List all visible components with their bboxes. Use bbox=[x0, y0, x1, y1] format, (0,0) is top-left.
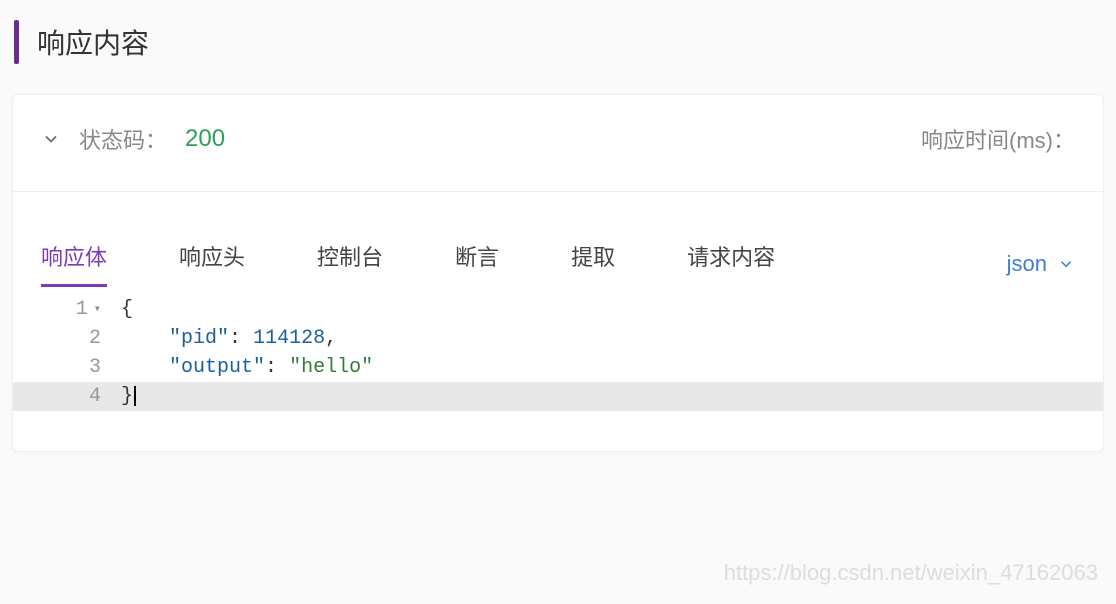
collapse-toggle[interactable] bbox=[41, 129, 61, 149]
tab-response-body[interactable]: 响应体 bbox=[41, 240, 107, 287]
code-line[interactable]: 3 "output": "hello" bbox=[13, 353, 1103, 382]
code-content: { bbox=[113, 295, 133, 324]
code-line[interactable]: 2 "pid": 114128, bbox=[13, 324, 1103, 353]
line-number: 2 bbox=[13, 324, 113, 353]
status-code-label: 状态码： bbox=[79, 123, 167, 155]
code-editor[interactable]: 1 ▾{2 "pid": 114128,3 "output": "hello"4… bbox=[13, 295, 1103, 451]
tab-extract[interactable]: 提取 bbox=[571, 240, 615, 287]
tab-console[interactable]: 控制台 bbox=[317, 240, 383, 287]
code-content: "pid": 114128, bbox=[113, 324, 337, 353]
code-content: } bbox=[113, 382, 136, 411]
code-line[interactable]: 1 ▾{ bbox=[13, 295, 1103, 324]
tabs-row: 响应体 响应头 控制台 断言 提取 请求内容 json bbox=[13, 192, 1103, 287]
status-right: 响应时间(ms)： bbox=[921, 123, 1075, 155]
watermark: https://blog.csdn.net/weixin_47162063 bbox=[724, 560, 1098, 586]
format-label: json bbox=[1007, 251, 1047, 277]
tab-request-content[interactable]: 请求内容 bbox=[687, 240, 775, 287]
fold-icon[interactable]: ▾ bbox=[94, 301, 101, 318]
page-title: 响应内容 bbox=[37, 22, 149, 62]
status-row: 状态码： 200 响应时间(ms)： bbox=[13, 95, 1103, 192]
tab-assertion[interactable]: 断言 bbox=[455, 240, 499, 287]
status-left: 状态码： 200 bbox=[41, 123, 225, 155]
code-content: "output": "hello" bbox=[113, 353, 373, 382]
format-selector[interactable]: json bbox=[1007, 251, 1075, 277]
code-line[interactable]: 4} bbox=[13, 382, 1103, 411]
response-card: 状态码： 200 响应时间(ms)： 响应体 响应头 控制台 断言 提取 请求内… bbox=[12, 94, 1104, 452]
line-number: 3 bbox=[13, 353, 113, 382]
status-code-value: 200 bbox=[185, 125, 225, 153]
response-time-label: 响应时间(ms)： bbox=[921, 128, 1075, 153]
tab-response-headers[interactable]: 响应头 bbox=[179, 240, 245, 287]
chevron-down-icon bbox=[1057, 255, 1075, 273]
header-section: 响应内容 bbox=[0, 0, 1116, 94]
tabs: 响应体 响应头 控制台 断言 提取 请求内容 bbox=[41, 240, 775, 287]
accent-bar bbox=[14, 20, 19, 64]
line-number: 1 ▾ bbox=[13, 295, 113, 324]
line-number: 4 bbox=[13, 382, 113, 411]
